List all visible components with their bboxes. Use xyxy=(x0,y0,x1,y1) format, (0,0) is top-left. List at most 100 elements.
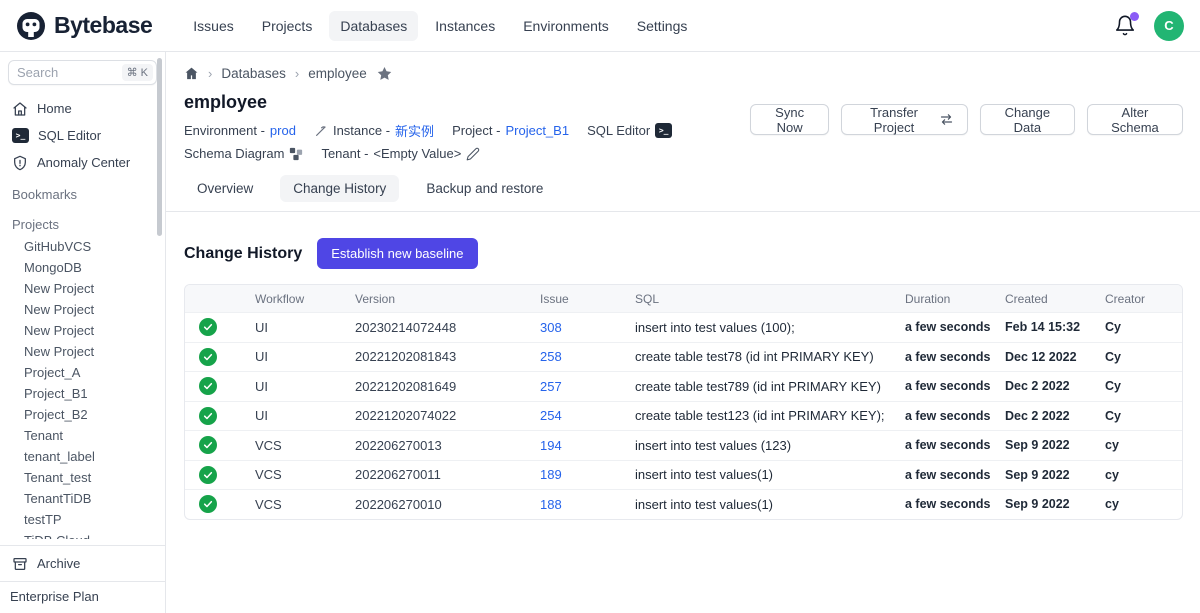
nav-databases[interactable]: Databases xyxy=(329,11,418,41)
creator-cell: Cy xyxy=(1105,350,1182,364)
instance-link[interactable]: 新实例 xyxy=(395,121,434,140)
created-cell: Sep 9 2022 xyxy=(1005,497,1105,511)
change-history-row[interactable]: VCS 202206270010 188 insert into test va… xyxy=(185,489,1182,519)
nav-environments[interactable]: Environments xyxy=(512,11,620,41)
sidebar-project-item[interactable]: Tenant_test xyxy=(8,467,157,488)
sidebar-item-sql-editor[interactable]: >_ SQL Editor xyxy=(8,122,157,149)
sidebar-project-item[interactable]: TiDB Cloud xyxy=(8,530,157,539)
status-cell xyxy=(185,377,255,395)
change-history-row[interactable]: VCS 202206270013 194 insert into test va… xyxy=(185,430,1182,460)
issue-link[interactable]: 258 xyxy=(540,349,635,364)
check-circle-icon xyxy=(199,377,217,395)
change-history-row[interactable]: UI 20221202074022 254 create table test1… xyxy=(185,401,1182,431)
change-history-header: Change History Establish new baseline xyxy=(184,238,1183,269)
search-input[interactable] xyxy=(17,65,107,80)
sidebar-project-item[interactable]: Project_B1 xyxy=(8,383,157,404)
navbar-right: C xyxy=(1114,11,1184,41)
transfer-project-button[interactable]: Transfer Project xyxy=(841,104,968,135)
environment-link[interactable]: prod xyxy=(270,123,296,138)
sidebar-project-item[interactable]: New Project xyxy=(8,299,157,320)
sidebar-project-item[interactable]: TenantTiDB xyxy=(8,488,157,509)
issue-link[interactable]: 254 xyxy=(540,408,635,423)
sidebar-project-item[interactable]: MongoDB xyxy=(8,257,157,278)
col-creator: Creator xyxy=(1105,292,1182,306)
nav-projects[interactable]: Projects xyxy=(251,11,324,41)
sidebar-item-label: Anomaly Center xyxy=(37,155,130,170)
notification-dot xyxy=(1130,12,1139,21)
change-data-button[interactable]: Change Data xyxy=(980,104,1075,135)
nav-issues[interactable]: Issues xyxy=(182,11,244,41)
archive-icon xyxy=(12,556,28,572)
tab-backup-and-restore[interactable]: Backup and restore xyxy=(413,175,556,202)
breadcrumb-databases[interactable]: Databases xyxy=(221,66,286,81)
issue-link[interactable]: 189 xyxy=(540,467,635,482)
sql-editor-link[interactable]: SQL Editor >_ xyxy=(587,123,672,138)
transfer-project-label: Transfer Project xyxy=(855,105,933,135)
sidebar-project-item[interactable]: Tenant xyxy=(8,425,157,446)
page-actions: Sync Now Transfer Project Change Data xyxy=(750,104,1183,135)
meta-project: Project - Project_B1 xyxy=(452,123,569,138)
nav-settings[interactable]: Settings xyxy=(626,11,699,41)
issue-link[interactable]: 308 xyxy=(540,320,635,335)
table-body: UI 20230214072448 308 insert into test v… xyxy=(185,312,1182,519)
created-cell: Sep 9 2022 xyxy=(1005,438,1105,452)
creator-cell: cy xyxy=(1105,438,1182,452)
sidebar-project-item[interactable]: Project_A xyxy=(8,362,157,383)
sidebar-project-item[interactable]: New Project xyxy=(8,341,157,362)
establish-baseline-button[interactable]: Establish new baseline xyxy=(317,238,477,269)
alter-schema-button[interactable]: Alter Schema xyxy=(1087,104,1183,135)
check-circle-icon xyxy=(199,318,217,336)
sidebar-project-item[interactable]: Project_B2 xyxy=(8,404,157,425)
sync-now-button[interactable]: Sync Now xyxy=(750,104,829,135)
brand-logo[interactable]: Bytebase xyxy=(16,11,152,41)
duration-cell: a few seconds xyxy=(905,350,1005,364)
main-nav: Issues Projects Databases Instances Envi… xyxy=(182,11,698,41)
issue-link[interactable]: 257 xyxy=(540,379,635,394)
app-window: Bytebase Issues Projects Databases Insta… xyxy=(0,0,1200,613)
sidebar-project-item[interactable]: GitHubVCS xyxy=(8,236,157,257)
breadcrumb-home-icon[interactable] xyxy=(184,66,199,81)
issue-link[interactable]: 188 xyxy=(540,497,635,512)
change-history-row[interactable]: VCS 202206270011 189 insert into test va… xyxy=(185,460,1182,490)
project-link[interactable]: Project_B1 xyxy=(505,123,569,138)
sidebar-project-item[interactable]: testTP xyxy=(8,509,157,530)
schema-diagram-link[interactable]: Schema Diagram xyxy=(184,146,303,161)
database-meta: Environment - prod Instance - 新实例 xyxy=(184,121,750,161)
change-history-row[interactable]: UI 20221202081649 257 create table test7… xyxy=(185,371,1182,401)
table-header-row: Workflow Version Issue SQL Duration Crea… xyxy=(185,285,1182,312)
issue-link[interactable]: 194 xyxy=(540,438,635,453)
instance-engine-icon xyxy=(314,124,328,138)
top-navbar: Bytebase Issues Projects Databases Insta… xyxy=(0,0,1200,52)
avatar[interactable]: C xyxy=(1154,11,1184,41)
page-header-left: employee Environment - prod xyxy=(184,92,750,161)
tab-overview[interactable]: Overview xyxy=(184,175,266,202)
sidebar-item-anomaly-center[interactable]: Anomaly Center xyxy=(8,149,157,176)
check-circle-icon xyxy=(199,436,217,454)
breadcrumb-employee[interactable]: employee xyxy=(308,66,367,81)
sidebar-item-home[interactable]: Home xyxy=(8,95,157,122)
tabs-bar: Overview Change History Backup and resto… xyxy=(166,175,1200,212)
version-cell: 202206270010 xyxy=(355,497,540,512)
edit-tenant-icon[interactable] xyxy=(466,147,480,161)
nav-instances[interactable]: Instances xyxy=(424,11,506,41)
creator-cell: cy xyxy=(1105,468,1182,482)
environment-label: Environment - xyxy=(184,123,265,138)
version-cell: 20221202074022 xyxy=(355,408,540,423)
duration-cell: a few seconds xyxy=(905,379,1005,393)
search-box[interactable]: ⌘ K xyxy=(8,60,157,85)
change-history-row[interactable]: UI 20221202081843 258 create table test7… xyxy=(185,342,1182,372)
sidebar-scrollbar[interactable] xyxy=(157,58,162,236)
status-cell xyxy=(185,407,255,425)
sidebar-project-item[interactable]: New Project xyxy=(8,320,157,341)
bookmark-star-icon[interactable] xyxy=(376,65,393,82)
sidebar-project-item[interactable]: New Project xyxy=(8,278,157,299)
check-circle-icon xyxy=(199,466,217,484)
notifications-button[interactable] xyxy=(1114,14,1138,38)
sidebar-item-archive[interactable]: Archive xyxy=(8,550,157,577)
bookmarks-section-label: Bookmarks xyxy=(8,182,157,206)
change-history-row[interactable]: UI 20230214072448 308 insert into test v… xyxy=(185,312,1182,342)
tab-change-history[interactable]: Change History xyxy=(280,175,399,202)
schema-diagram-label: Schema Diagram xyxy=(184,146,284,161)
workflow-cell: UI xyxy=(255,349,355,364)
sidebar-project-item[interactable]: tenant_label xyxy=(8,446,157,467)
